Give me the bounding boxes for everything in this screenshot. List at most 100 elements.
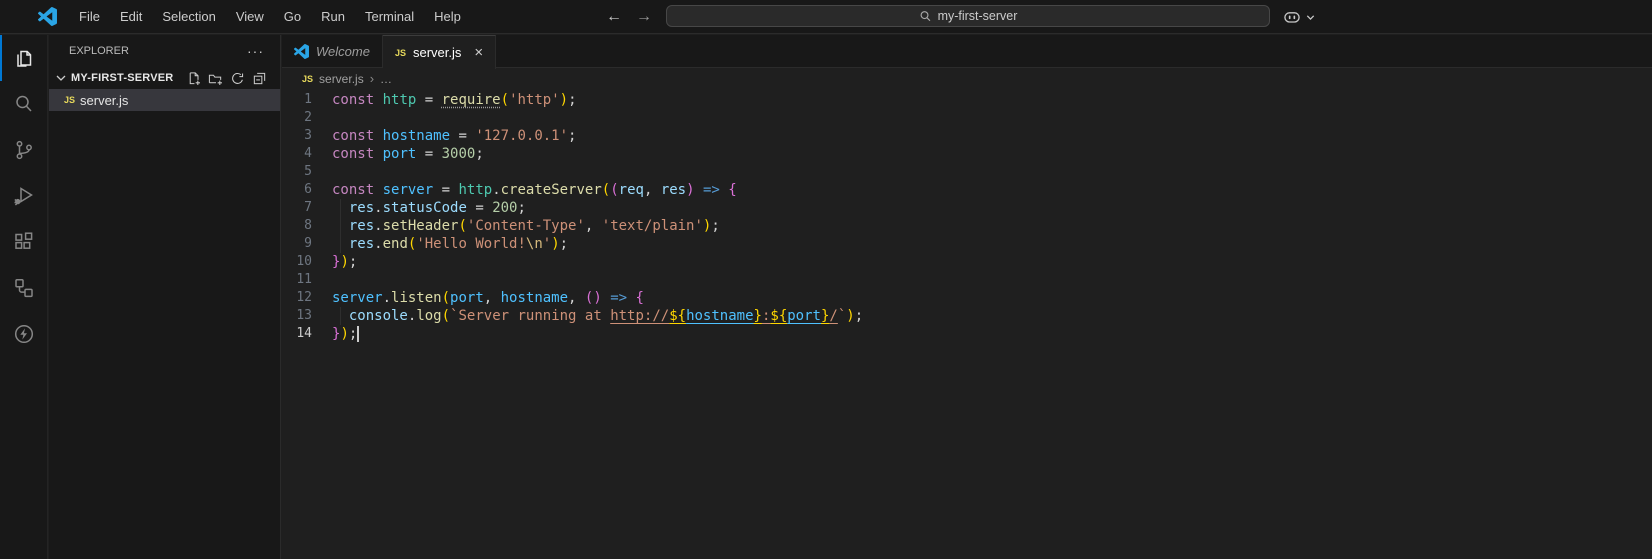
close-icon[interactable]: × — [474, 45, 483, 60]
activity-search[interactable] — [0, 81, 48, 127]
text-cursor — [357, 326, 360, 342]
code-line-5[interactable]: 5 — [282, 163, 1652, 181]
remote-icon — [15, 279, 33, 298]
history-navigation: ← → — [604, 0, 654, 34]
code-line-6[interactable]: 6 const server = http.createServer((req, … — [282, 181, 1652, 199]
new-file-button[interactable] — [184, 69, 202, 87]
line-number: 10 — [296, 254, 312, 269]
tab-welcome[interactable]: Welcome — [282, 35, 383, 68]
new-folder-button[interactable] — [206, 69, 224, 87]
line-number: 3 — [304, 128, 312, 143]
explorer-sidebar: EXPLORER ··· MY-FIRST-SERVER JS server.j… — [49, 35, 281, 559]
explorer-actions — [184, 69, 268, 87]
code-line-8[interactable]: 8 res.setHeader('Content-Type', 'text/pl… — [282, 217, 1652, 235]
file-name: server.js — [80, 92, 129, 108]
code-line-3[interactable]: 3 const hostname = '127.0.0.1'; — [282, 127, 1652, 145]
line-content: }); — [332, 326, 360, 342]
collapse-all-button[interactable] — [250, 69, 268, 87]
breadcrumb-separator-icon: › — [369, 71, 375, 86]
activity-source-control[interactable] — [0, 127, 48, 173]
chevron-down-icon — [53, 70, 69, 86]
chevron-down-icon — [1306, 14, 1315, 20]
menu-view[interactable]: View — [226, 4, 274, 30]
activity-remote-explorer[interactable] — [0, 265, 48, 311]
js-file-icon: JS — [394, 47, 406, 58]
menu-help[interactable]: Help — [424, 4, 471, 30]
menu-go[interactable]: Go — [274, 4, 311, 30]
line-number: 12 — [296, 290, 312, 305]
code-line-2[interactable]: 2 — [282, 109, 1652, 127]
code-line-7[interactable]: 7 res.statusCode = 200; — [282, 199, 1652, 217]
line-content: }); — [332, 254, 358, 270]
code-line-1[interactable]: 1 const http = require('http'); — [282, 91, 1652, 109]
copilot-icon — [1284, 12, 1300, 23]
line-number: 5 — [304, 164, 312, 179]
back-arrow-icon[interactable]: ← — [604, 8, 624, 26]
line-number: 9 — [304, 236, 312, 251]
source-control-icon — [16, 140, 32, 160]
code-line-9[interactable]: 9 res.end('Hello World!\n'); — [282, 235, 1652, 253]
file-item-serverjs[interactable]: JS server.js — [49, 89, 280, 111]
indent-guide — [340, 217, 341, 235]
code-editor[interactable]: 1 const http = require('http'); 2 3 const ho… — [282, 90, 1652, 559]
code-line-11[interactable]: 11 — [282, 271, 1652, 289]
line-content: const server = http.createServer((req, r… — [332, 182, 737, 198]
line-number: 13 — [296, 308, 312, 323]
code-line-14[interactable]: 14}); — [282, 325, 1652, 343]
collapse-all-icon — [253, 72, 265, 84]
code-line-10[interactable]: 10}); — [282, 253, 1652, 271]
vscode-logo-icon — [38, 7, 57, 26]
activity-explorer[interactable] — [0, 35, 48, 81]
code-line-12[interactable]: 12 server.listen(port, hostname, () => { — [282, 289, 1652, 307]
indent-guide — [340, 307, 341, 325]
menubar: File Edit Selection View Go Run Terminal Help — [69, 4, 471, 30]
command-center-search[interactable]: my-first-server — [666, 5, 1270, 27]
menu-run[interactable]: Run — [311, 4, 355, 30]
search-icon — [16, 95, 32, 112]
tab-bar: Welcome JS server.js × — [282, 35, 1652, 69]
activity-thunder-client[interactable] — [0, 311, 48, 357]
activity-bar — [0, 35, 48, 559]
line-number: 7 — [304, 200, 312, 215]
line-content: server.listen(port, hostname, () => { — [332, 290, 644, 306]
refresh-icon — [231, 72, 243, 84]
ellipsis-icon[interactable]: ··· — [247, 43, 264, 59]
run-debug-icon — [14, 187, 33, 206]
breadcrumb-symbol[interactable]: … — [380, 72, 392, 86]
line-content: const http = require('http'); — [332, 92, 577, 108]
line-content: const hostname = '127.0.0.1'; — [332, 128, 577, 144]
tab-server-js[interactable]: JS server.js × — [382, 35, 497, 69]
vscode-logo-icon — [294, 44, 309, 59]
tab-label: Welcome — [316, 44, 370, 59]
forward-arrow-icon[interactable]: → — [634, 8, 654, 26]
code-line-13[interactable]: 13 console.log(`Server running at http:/… — [282, 307, 1652, 325]
copilot-menu[interactable] — [1282, 0, 1316, 34]
breadcrumb-file[interactable]: server.js — [319, 72, 364, 86]
line-number: 4 — [304, 146, 312, 161]
line-number: 1 — [304, 92, 312, 107]
workspace-section-header[interactable]: MY-FIRST-SERVER — [49, 67, 280, 89]
sidebar-header: EXPLORER ··· — [49, 35, 280, 67]
line-number: 8 — [304, 218, 312, 233]
editor-group: Welcome JS server.js × JS server.js › … 1 co… — [282, 35, 1652, 559]
extensions-icon — [15, 232, 33, 249]
code-line-4[interactable]: 4 const port = 3000; — [282, 145, 1652, 163]
menu-edit[interactable]: Edit — [110, 4, 152, 30]
refresh-button[interactable] — [228, 69, 246, 87]
line-content: res.statusCode = 200; — [348, 200, 526, 216]
tab-label: server.js — [412, 45, 462, 60]
menu-file[interactable]: File — [69, 4, 110, 30]
search-value: my-first-server — [937, 9, 1018, 23]
activity-run-and-debug[interactable] — [0, 173, 48, 219]
search-icon — [920, 10, 930, 21]
menu-terminal[interactable]: Terminal — [355, 4, 424, 30]
new-file-icon — [189, 71, 200, 85]
line-number: 2 — [304, 110, 312, 125]
activity-extensions[interactable] — [0, 219, 48, 265]
workspace-name: MY-FIRST-SERVER — [71, 72, 174, 84]
indent-guide — [340, 199, 341, 217]
menu-selection[interactable]: Selection — [152, 4, 225, 30]
sidebar-title: EXPLORER — [69, 45, 129, 57]
new-folder-icon — [208, 74, 222, 85]
indent-guide — [340, 235, 341, 253]
